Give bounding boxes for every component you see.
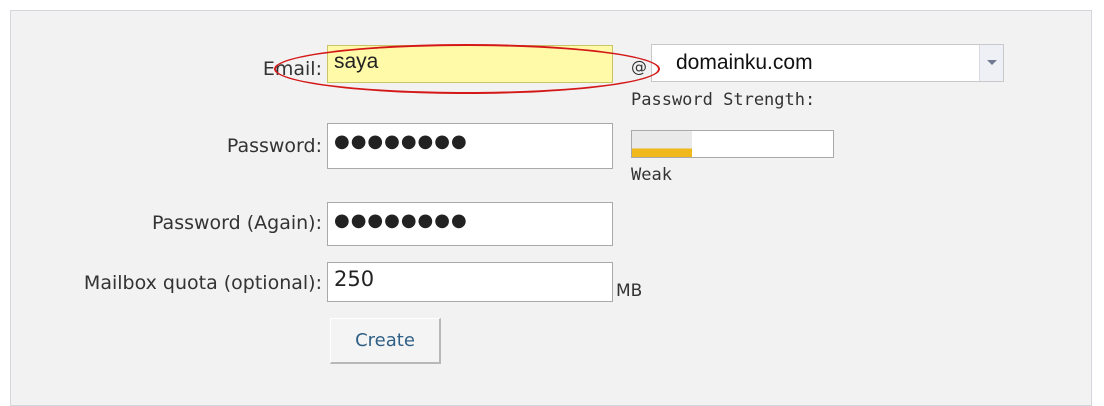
create-button[interactable]: Create bbox=[330, 318, 441, 364]
password-strength-fill bbox=[632, 131, 693, 157]
quota-unit: MB bbox=[616, 281, 643, 301]
password-strength-text: Weak bbox=[631, 165, 672, 185]
at-sign: @ bbox=[631, 57, 647, 76]
password-strength-meter bbox=[631, 130, 834, 158]
password-input[interactable]: ●●●●●●●● bbox=[327, 123, 613, 169]
domain-select-value: domainku.com bbox=[676, 51, 813, 74]
quota-input[interactable]: 250 bbox=[327, 262, 613, 302]
domain-select[interactable]: domainku.com bbox=[651, 44, 1004, 82]
password-again-label: Password (Again): bbox=[151, 212, 322, 234]
quota-label: Mailbox quota (optional): bbox=[83, 272, 322, 294]
email-input[interactable]: saya bbox=[327, 45, 613, 83]
password-again-input[interactable]: ●●●●●●●● bbox=[327, 202, 613, 246]
password-label: Password: bbox=[226, 135, 322, 157]
chevron-down-icon[interactable] bbox=[979, 45, 1003, 81]
email-label: Email: bbox=[262, 58, 322, 80]
password-strength-label: Password Strength: bbox=[631, 90, 816, 110]
